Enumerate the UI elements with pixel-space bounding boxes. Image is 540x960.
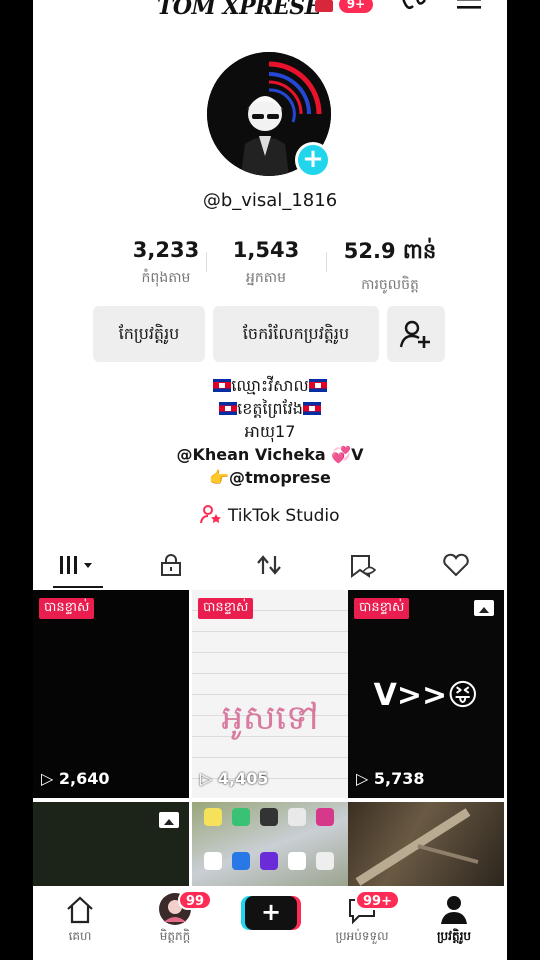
nav-inbox[interactable]: 99+ ប្រអប់ទទួល — [315, 886, 409, 960]
video-thumbnail[interactable] — [192, 802, 348, 892]
footprint-icon[interactable] — [399, 0, 427, 14]
heart-icon — [443, 553, 469, 577]
followers-label: អ្នកតាម — [246, 270, 286, 286]
add-avatar-button[interactable]: + — [295, 142, 331, 178]
content-tabs — [33, 542, 507, 588]
cambodia-flag-icon — [302, 402, 321, 415]
pinned-badge: បានខ្ទាស់ — [354, 598, 410, 619]
bio: ឈ្មោះវីសាល ខេត្តព្រៃវែង អាយុ17 @Khean Vi… — [33, 374, 507, 489]
video-thumbnail[interactable]: បានខ្ទាស់ V>>😝 ▷ 5,738 — [348, 590, 504, 798]
video-thumbnail[interactable] — [33, 802, 189, 892]
nav-profile[interactable]: ប្រវត្តិរូប — [407, 886, 501, 960]
likes-label: ការចូលចិត្ត — [361, 277, 419, 293]
friends-badge: 99 — [178, 890, 213, 910]
video-overlay-text: V>>😝 — [373, 678, 479, 713]
likes-stat[interactable]: 52.9 ពាន់ ការចូលចិត្ត — [325, 238, 455, 296]
bio-age: អាយុ17 — [244, 422, 296, 441]
video-thumbnail[interactable]: បានខ្ទាស់ អូសទៅ ▷ 4,405 — [192, 590, 348, 798]
menu-icon[interactable] — [455, 0, 483, 14]
followers-count: 1,543 — [232, 238, 300, 262]
tab-reposts[interactable] — [239, 542, 299, 588]
bio-name: ឈ្មោះវីសាល — [231, 376, 309, 395]
nav-friends[interactable]: 99 មិត្តភក្តិ — [128, 886, 222, 960]
lock-icon — [161, 554, 181, 576]
cambodia-flag-icon — [213, 379, 232, 392]
tab-favorites[interactable] — [333, 542, 393, 588]
view-count: ▷ 4,405 — [200, 769, 269, 788]
add-person-icon — [399, 320, 430, 348]
header: TOM XPRESE 9+ — [33, 0, 507, 22]
tab-private[interactable] — [141, 542, 201, 588]
bio-handle[interactable]: 👉@tmoprese — [33, 466, 507, 489]
edit-profile-button[interactable]: កែប្រវត្តិរូប — [93, 306, 205, 362]
tiktok-studio-link[interactable]: TikTok Studio — [33, 504, 507, 526]
cambodia-flag-icon — [308, 379, 327, 392]
notification-badge: 9+ — [339, 0, 373, 13]
pinned-badge: បានខ្ទាស់ — [39, 598, 95, 619]
studio-label: TikTok Studio — [227, 506, 340, 526]
bio-mention[interactable]: @Khean Vicheka 💞V — [33, 443, 507, 466]
studio-person-icon — [200, 505, 222, 524]
followers-stat[interactable]: 1,543 អ្នកតាម — [201, 238, 331, 289]
profile-screen: TOM XPRESE 9+ + @b_visal_1816 3,233 កំពុ… — [33, 0, 507, 960]
view-count: ▷ 5,738 — [356, 769, 425, 788]
active-tab-indicator — [53, 586, 103, 588]
inbox-badge: 99+ — [355, 890, 400, 910]
nav-home[interactable]: គេហ — [33, 886, 127, 960]
tab-videos[interactable] — [48, 542, 108, 588]
bottom-nav: គេហ 99 មិត្តភក្តិ + 99+ ប្រអប់ទទួល ប្រវត… — [33, 886, 507, 960]
repost-icon — [257, 555, 281, 575]
profile-icon — [441, 896, 467, 924]
photo-icon — [159, 812, 179, 828]
branch-thumbnail — [355, 808, 479, 886]
grid-icon — [60, 556, 92, 574]
create-button: + — [245, 896, 297, 930]
video-overlay-text: អូសទៅ — [221, 698, 319, 738]
photo-icon — [474, 600, 494, 616]
video-thumbnail[interactable] — [348, 802, 504, 892]
home-icon — [67, 896, 93, 924]
video-thumbnail[interactable]: បានខ្ទាស់ ▷ 2,640 — [33, 590, 189, 798]
cambodia-flag-icon — [219, 402, 238, 415]
nav-profile-label: ប្រវត្តិរូប — [436, 929, 472, 943]
likes-count: 52.9 ពាន់ — [343, 239, 437, 263]
username: @b_visal_1816 — [202, 190, 338, 211]
view-count: ▷ 2,640 — [41, 769, 110, 788]
bio-province: ខេត្តព្រៃវែង — [237, 399, 303, 418]
share-profile-button[interactable]: ចែករំលែកប្រវត្តិរូប — [213, 306, 379, 362]
bookmark-icon — [351, 555, 377, 578]
nav-friends-label: មិត្តភក្តិ — [159, 929, 191, 943]
nav-inbox-label: ប្រអប់ទទួល — [335, 929, 389, 943]
pinned-badge: បានខ្ទាស់ — [198, 598, 254, 619]
add-friend-button[interactable] — [387, 306, 445, 362]
app-icons-thumbnail — [204, 808, 334, 870]
nav-create[interactable]: + — [223, 886, 317, 960]
video-grid: បានខ្ទាស់ ▷ 2,640 បានខ្ទាស់ អូសទៅ ▷ 4,40… — [33, 590, 507, 892]
account-name[interactable]: TOM XPRESE — [157, 0, 321, 20]
nav-home-label: គេហ — [68, 929, 92, 943]
live-icon — [315, 0, 333, 12]
tab-liked[interactable] — [426, 542, 486, 588]
